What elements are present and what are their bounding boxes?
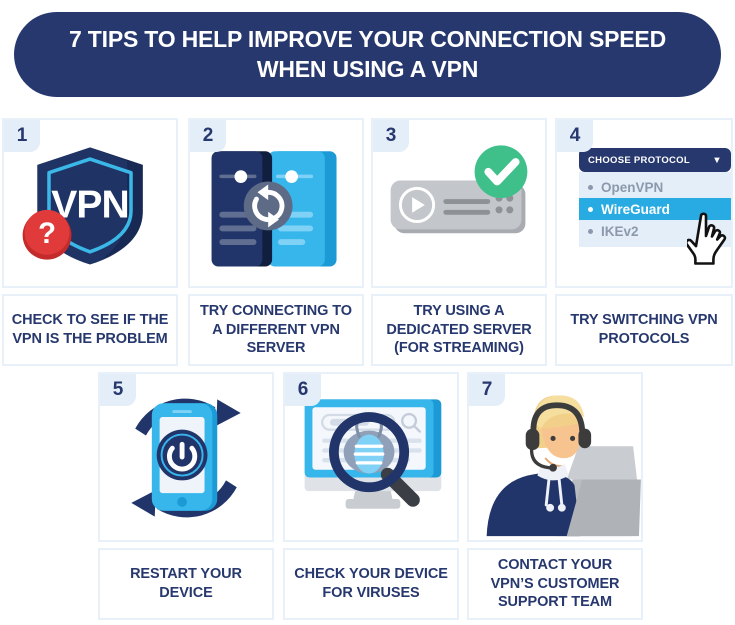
tip-card-7-number-badge: 7 [469, 374, 505, 406]
tip-card-7-image-panel: 7 [467, 372, 643, 542]
tip-card-4-image-panel: 4 CHOOSE PROTOCOL ▼ OpenVPN WireGuard IK… [555, 118, 733, 288]
tip-card-1-number-badge: 1 [4, 120, 40, 152]
tip-card-3-label: TRY USING A DEDICATED SERVER (FOR STREAM… [386, 303, 532, 357]
tip-card-2-number-badge: 2 [190, 120, 226, 152]
dropdown-header-label: CHOOSE PROTOCOL [588, 154, 690, 166]
tip-card-5-image-panel: 5 [98, 372, 274, 542]
tip-card-3-number-badge: 3 [373, 120, 409, 152]
bullet-icon [588, 206, 593, 212]
page-title-banner: 7 TIPS TO HELP IMPROVE YOUR CONNECTION S… [14, 12, 721, 97]
tip-card-1-label: CHECK TO SEE IF THE VPN IS THE PROBLEM [11, 312, 169, 347]
tip-card-2-label-panel: TRY CONNECTING TO A DIFFERENT VPN SERVER [188, 294, 364, 366]
tip-card-7-label-panel: CONTACT YOUR VPN’S CUSTOMER SUPPORT TEAM [467, 548, 643, 620]
chevron-down-icon[interactable]: ▼ [712, 155, 722, 166]
pointer-hand-cursor-icon [687, 212, 727, 265]
page-title: 7 TIPS TO HELP IMPROVE YOUR CONNECTION S… [69, 26, 666, 82]
dropdown-option-openvpn[interactable]: OpenVPN [579, 176, 731, 198]
infographic-root: 7 TIPS TO HELP IMPROVE YOUR CONNECTION S… [0, 0, 735, 625]
tip-card-6-image-panel: 6 [283, 372, 459, 542]
tip-card-5-number-badge: 5 [100, 374, 136, 406]
tip-card-3-image-panel: 3 [371, 118, 547, 288]
tip-card-3-label-panel: TRY USING A DEDICATED SERVER (FOR STREAM… [371, 294, 547, 366]
tip-card-4-number-badge: 4 [557, 120, 593, 152]
dropdown-header[interactable]: CHOOSE PROTOCOL ▼ [579, 148, 731, 172]
tip-card-6-number-badge: 6 [285, 374, 321, 406]
tip-card-4-label: TRY SWITCHING VPN PROTOCOLS [570, 312, 718, 347]
tip-card-1-image-panel: 1 VPN ? [2, 118, 178, 288]
svg-text:?: ? [38, 217, 56, 250]
tip-card-5-label: RESTART YOUR DEVICE [130, 566, 242, 601]
bullet-icon [588, 228, 593, 234]
tip-card-1-label-panel: CHECK TO SEE IF THE VPN IS THE PROBLEM [2, 294, 178, 366]
tip-card-6-label-panel: CHECK YOUR DEVICE FOR VIRUSES [283, 548, 459, 620]
tip-card-5-label-panel: RESTART YOUR DEVICE [98, 548, 274, 620]
choose-protocol-dropdown[interactable]: CHOOSE PROTOCOL ▼ OpenVPN WireGuard IKEv… [579, 148, 731, 265]
bullet-icon [588, 184, 593, 190]
tip-card-4-label-panel: TRY SWITCHING VPN PROTOCOLS [555, 294, 733, 366]
tip-card-7-label: CONTACT YOUR VPN’S CUSTOMER SUPPORT TEAM [490, 557, 620, 611]
tip-card-6-label: CHECK YOUR DEVICE FOR VIRUSES [294, 566, 448, 601]
tip-card-2-image-panel: 2 [188, 118, 364, 288]
tip-card-2-label: TRY CONNECTING TO A DIFFERENT VPN SERVER [200, 303, 352, 357]
